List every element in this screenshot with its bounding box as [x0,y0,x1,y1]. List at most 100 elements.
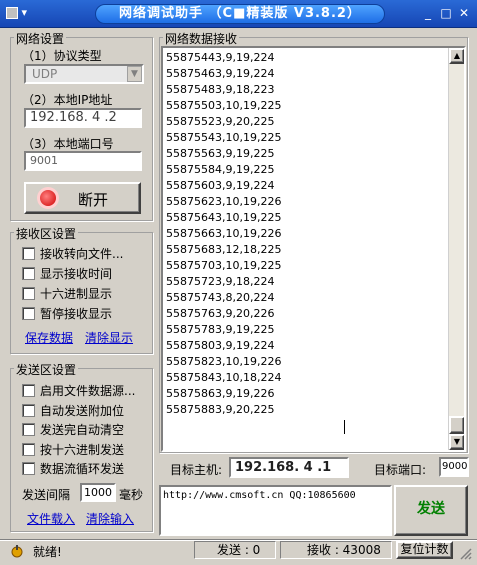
recv-line: 55875523,9,20,225 [166,115,275,128]
status-light-icon [40,190,56,206]
maximize-button[interactable]: □ [438,6,454,21]
recv-line: 55875563,9,19,225 [166,147,275,160]
recv-line: 55875643,10,19,225 [166,211,282,224]
minimize-button[interactable]: _ [420,6,436,21]
target-host-label: 目标主机: [170,463,223,477]
recv-line: 55875443,9,19,224 [166,51,275,64]
checkbox[interactable] [22,423,35,436]
recv-line: 55875863,9,19,226 [166,387,275,400]
resize-grip-icon[interactable] [458,546,472,560]
checkbox[interactable] [22,247,35,260]
recv-line: 55875843,10,18,224 [166,371,282,384]
scroll-thumb[interactable] [449,416,464,434]
send-option[interactable]: 数据流循环发送 [22,460,124,477]
recv-textarea[interactable]: 55875443,9,19,224 55875463,9,19,224 558754… [161,46,466,452]
send-textarea[interactable]: http://www.cmsoft.cn QQ:10865600 [159,485,392,536]
send-option[interactable]: 启用文件数据源... [22,382,135,399]
text-cursor [344,420,345,434]
arrow-up-icon: ▲ [453,51,461,60]
send-option[interactable]: 按十六进制发送 [22,441,124,458]
system-menu-button[interactable]: ▾ [6,6,44,22]
target-port-label: 目标端口: [374,463,427,477]
recv-line: 55875683,12,18,225 [166,243,282,256]
checkbox[interactable] [22,287,35,300]
reset-count-button[interactable]: 复位计数 [396,541,453,559]
send-interval-unit: 毫秒 [119,488,144,502]
disconnect-label: 断开 [78,191,109,209]
local-port-label: （3）本地端口号 [22,137,114,151]
recv-line: 55875823,10,19,226 [166,355,282,368]
recv-scrollbar[interactable]: ▲ ▼ [448,48,464,450]
scroll-up-button[interactable]: ▲ [449,48,464,64]
protocol-select[interactable]: UDP ▼ [24,64,144,84]
close-icon: ✕ [458,6,470,20]
clear-input-link[interactable]: 清除输入 [86,510,134,527]
local-ip-label: （2）本地IP地址 [22,93,113,107]
recv-line: 55875723,9,18,224 [166,275,275,288]
protocol-value: UDP [32,67,58,81]
checkbox[interactable] [22,384,35,397]
disconnect-button[interactable]: 断开 [24,182,141,214]
maximize-icon: □ [440,6,452,20]
recv-line: 55875543,10,19,225 [166,131,282,144]
recv-option-label: 十六进制显示 [40,287,113,301]
net-settings-title: 网络设置 [14,30,67,47]
recv-option[interactable]: 显示接收时间 [22,265,112,282]
recv-line: 55875783,9,19,225 [166,323,275,336]
protocol-label: （1）协议类型 [22,49,102,63]
send-option-label: 发送完自动清空 [40,423,125,437]
checkbox[interactable] [22,462,35,475]
checkbox[interactable] [22,307,35,320]
recv-line: 55875743,8,20,224 [166,291,275,304]
send-settings-title: 发送区设置 [14,361,79,378]
local-ip-input[interactable]: 192.168. 4 .2 [24,108,142,128]
send-option-label: 自动发送附加位 [40,403,125,418]
close-button[interactable]: ✕ [456,6,472,21]
checkbox[interactable] [22,403,35,417]
send-button[interactable]: 发送 [394,485,468,536]
chevron-down-icon: ▼ [127,66,142,82]
recv-line: 55875803,9,19,224 [166,339,275,352]
target-port-input[interactable]: 9000 [439,457,469,477]
checkbox[interactable] [22,442,35,456]
recv-line: 55875463,9,19,224 [166,67,275,80]
send-option-label: 按十六进制发送 [40,442,125,457]
recv-line: 55875763,9,20,226 [166,307,275,320]
local-port-input[interactable]: 9001 [24,151,142,171]
send-interval-label: 发送间隔 [22,488,71,502]
recv-option-label: 显示接收时间 [40,267,113,281]
recv-line: 55875623,10,19,226 [166,195,282,208]
recv-line: 55875603,9,19,224 [166,179,275,192]
recv-line: 55875483,9,18,223 [166,83,275,96]
recv-line: 55875503,10,19,225 [166,99,282,112]
save-data-link[interactable]: 保存数据 [25,329,73,346]
send-option-label: 启用文件数据源... [40,384,136,398]
recv-line: 55875663,10,19,226 [166,227,282,240]
file-load-link[interactable]: 文件载入 [27,510,75,527]
arrow-down-icon: ▼ [453,437,461,446]
send-count: 发送 : 0 [194,541,276,559]
chevron-down-icon: ▾ [21,6,28,19]
recv-count: 接收 : 43008 [280,541,392,559]
recv-option[interactable]: 十六进制显示 [22,285,112,302]
checkbox[interactable] [22,267,35,280]
scroll-down-button[interactable]: ▼ [449,434,464,450]
recv-option-label: 接收转向文件... [40,247,124,261]
send-option-label: 数据流循环发送 [40,462,125,476]
recv-line: 55875584,9,19,225 [166,163,275,176]
recv-line: 55875883,9,20,225 [166,403,275,416]
app-icon [6,7,18,19]
clear-display-link[interactable]: 清除显示 [85,329,133,346]
recv-option[interactable]: 接收转向文件... [22,245,123,262]
recv-area-title: 网络数据接收 [163,30,240,47]
recv-settings-title: 接收区设置 [14,225,79,242]
recv-line: 55875703,10,19,225 [166,259,282,272]
recv-option[interactable]: 暂停接收显示 [22,305,112,322]
send-option[interactable]: 发送完自动清空 [22,421,124,438]
window-title: 网络调试助手 （C■精装版 V3.8.2） [95,4,385,24]
minimize-icon: _ [425,6,431,20]
target-host-input[interactable]: 192.168. 4 .1 [229,457,349,478]
send-option[interactable]: 自动发送附加位 [22,402,124,419]
status-icon [10,544,24,558]
send-interval-input[interactable]: 1000 [80,483,116,502]
